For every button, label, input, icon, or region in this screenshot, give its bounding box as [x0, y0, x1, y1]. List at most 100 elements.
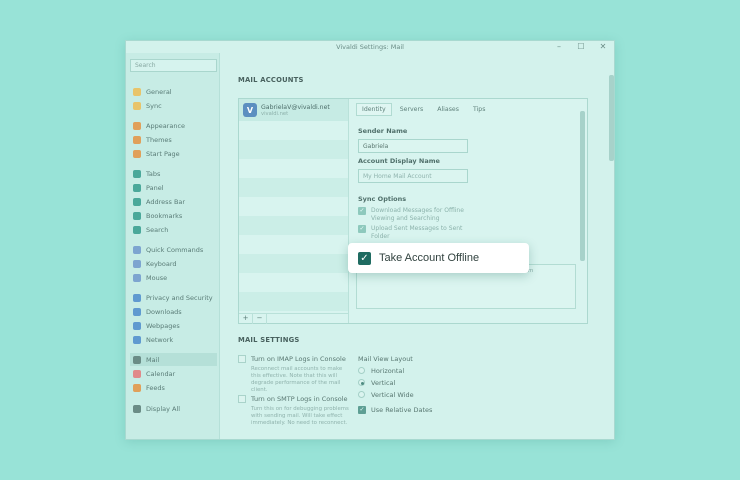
- account-row[interactable]: V GabrielaV@vivaldi.net vivaldi.net: [239, 99, 348, 121]
- minimize-button[interactable]: –: [554, 42, 564, 52]
- sidebar-item-label: Network: [146, 335, 174, 344]
- mouse-icon: [133, 273, 141, 282]
- sidebar-item-network[interactable]: Network: [130, 333, 217, 346]
- sync-icon: [133, 101, 141, 110]
- calendar-icon: [133, 369, 141, 378]
- webpages-icon: [133, 321, 141, 330]
- vivaldi-icon: V: [243, 103, 257, 117]
- sidebar-item-calendar[interactable]: Calendar: [130, 367, 217, 380]
- remove-account-button[interactable]: −: [253, 314, 267, 324]
- sidebar-item-themes[interactable]: Themes: [130, 133, 217, 146]
- sidebar-item-search[interactable]: Search: [130, 223, 217, 236]
- window-title: Vivaldi Settings: Mail: [336, 43, 404, 51]
- search-icon: [133, 225, 141, 234]
- download-offline-label: Download Messages for Offline Viewing an…: [371, 207, 464, 222]
- sidebar-item-appearance[interactable]: Appearance: [130, 119, 217, 132]
- sidebar-item-label: Display All: [146, 404, 181, 413]
- smtp-logs-checkbox[interactable]: [238, 395, 246, 403]
- take-account-offline-popup[interactable]: ✓ Take Account Offline: [348, 243, 529, 273]
- list-item: [239, 254, 348, 273]
- sender-name-field[interactable]: Gabriela: [358, 139, 468, 153]
- feeds-icon: [133, 383, 141, 392]
- maximize-button[interactable]: ☐: [576, 42, 586, 52]
- list-item: [239, 178, 348, 197]
- account-name: GabrielaV@vivaldi.net: [261, 103, 330, 111]
- settings-search-input[interactable]: Search: [130, 59, 217, 72]
- sidebar-item-label: Mouse: [146, 273, 168, 282]
- list-item: [239, 140, 348, 159]
- layout-vertical-radio[interactable]: [358, 379, 365, 386]
- display-name-label: Account Display Name: [358, 157, 440, 165]
- sidebar-item-mouse[interactable]: Mouse: [130, 271, 217, 284]
- appearance-icon: [133, 121, 141, 130]
- bookmarks-icon: [133, 211, 141, 220]
- download-offline-checkbox[interactable]: ✓: [358, 207, 366, 215]
- relative-dates-checkbox[interactable]: ✓: [358, 406, 366, 414]
- sidebar-item-downloads[interactable]: Downloads: [130, 305, 217, 318]
- sidebar-item-mail[interactable]: Mail: [130, 353, 217, 366]
- settings-sidebar: Search General Sync Appearance Themes Start …: [126, 53, 220, 439]
- display-name-field[interactable]: My Home Mail Account: [358, 169, 468, 183]
- sidebar-item-tabs[interactable]: Tabs: [130, 167, 217, 180]
- mail-accounts-panel: V GabrielaV@vivaldi.net vivaldi.net + −: [238, 98, 588, 324]
- sidebar-item-label: Start Page: [146, 149, 180, 158]
- close-button[interactable]: ✕: [598, 42, 608, 52]
- sidebar-item-privacy-and-security[interactable]: Privacy and Security: [130, 291, 217, 304]
- layout-vertical-wide-radio[interactable]: [358, 391, 365, 398]
- mail-icon: [133, 355, 141, 364]
- sidebar-item-panel[interactable]: Panel: [130, 181, 217, 194]
- list-item: [239, 292, 348, 311]
- privacy-icon: [133, 293, 141, 302]
- tab-identity[interactable]: Identity: [356, 103, 392, 116]
- themes-icon: [133, 135, 141, 144]
- smtp-logs-label: Turn on SMTP Logs in Console: [251, 395, 348, 403]
- relative-dates-label: Use Relative Dates: [371, 406, 433, 414]
- imap-logs-label: Turn on IMAP Logs in Console: [251, 355, 346, 363]
- take-offline-checkbox[interactable]: ✓: [358, 251, 371, 265]
- title-bar: Vivaldi Settings: Mail – ☐ ✕: [126, 41, 614, 53]
- layout-horizontal-label: Horizontal: [371, 367, 405, 375]
- settings-window: Vivaldi Settings: Mail – ☐ ✕ Search Gene…: [125, 40, 615, 440]
- sidebar-item-sync[interactable]: Sync: [130, 99, 217, 112]
- sidebar-item-label: Webpages: [146, 321, 180, 330]
- mail-view-layout-label: Mail View Layout: [358, 355, 413, 363]
- sidebar-item-bookmarks[interactable]: Bookmarks: [130, 209, 217, 222]
- tab-aliases[interactable]: Aliases: [431, 103, 465, 116]
- sidebar-item-label: Appearance: [146, 121, 186, 130]
- display-all-icon: [133, 404, 141, 413]
- upload-sent-label: Upload Sent Messages to Sent Folder: [371, 225, 463, 240]
- window-scrollbar[interactable]: [609, 75, 614, 161]
- imap-logs-checkbox[interactable]: [238, 355, 246, 363]
- sidebar-item-address-bar[interactable]: Address Bar: [130, 195, 217, 208]
- detail-scrollbar[interactable]: [580, 111, 585, 261]
- network-icon: [133, 335, 141, 344]
- sidebar-item-start-page[interactable]: Start Page: [130, 147, 217, 160]
- tab-tips[interactable]: Tips: [467, 103, 491, 116]
- address-bar-icon: [133, 197, 141, 206]
- account-domain: vivaldi.net: [261, 110, 289, 117]
- imap-logs-description: Reconnect mail accounts to make this eff…: [251, 366, 343, 393]
- layout-horizontal-radio[interactable]: [358, 367, 365, 374]
- sidebar-item-label: Bookmarks: [146, 211, 183, 220]
- add-account-button[interactable]: +: [239, 314, 253, 324]
- sidebar-item-quick-commands[interactable]: Quick Commands: [130, 243, 217, 256]
- sidebar-item-feeds[interactable]: Feeds: [130, 381, 217, 394]
- keyboard-icon: [133, 259, 141, 268]
- sidebar-item-webpages[interactable]: Webpages: [130, 319, 217, 332]
- account-tabs: Identity Servers Aliases Tips: [356, 103, 491, 116]
- sidebar-item-label: Search: [146, 225, 169, 234]
- smtp-logs-description: Turn this on for debugging problems with…: [251, 406, 349, 426]
- upload-sent-checkbox[interactable]: ✓: [358, 225, 366, 233]
- sidebar-item-display-all[interactable]: Display All: [130, 402, 217, 415]
- tab-servers[interactable]: Servers: [394, 103, 430, 116]
- sidebar-item-label: Quick Commands: [146, 245, 204, 254]
- sidebar-item-general[interactable]: General: [130, 85, 217, 98]
- window-controls: – ☐ ✕: [554, 42, 608, 52]
- account-detail: Identity Servers Aliases Tips Sender Nam…: [350, 99, 588, 323]
- sidebar-item-label: Sync: [146, 101, 162, 110]
- panel-icon: [133, 183, 141, 192]
- mail-accounts-heading: MAIL ACCOUNTS: [238, 76, 304, 84]
- quick-commands-icon: [133, 245, 141, 254]
- sidebar-item-label: Downloads: [146, 307, 182, 316]
- sidebar-item-keyboard[interactable]: Keyboard: [130, 257, 217, 270]
